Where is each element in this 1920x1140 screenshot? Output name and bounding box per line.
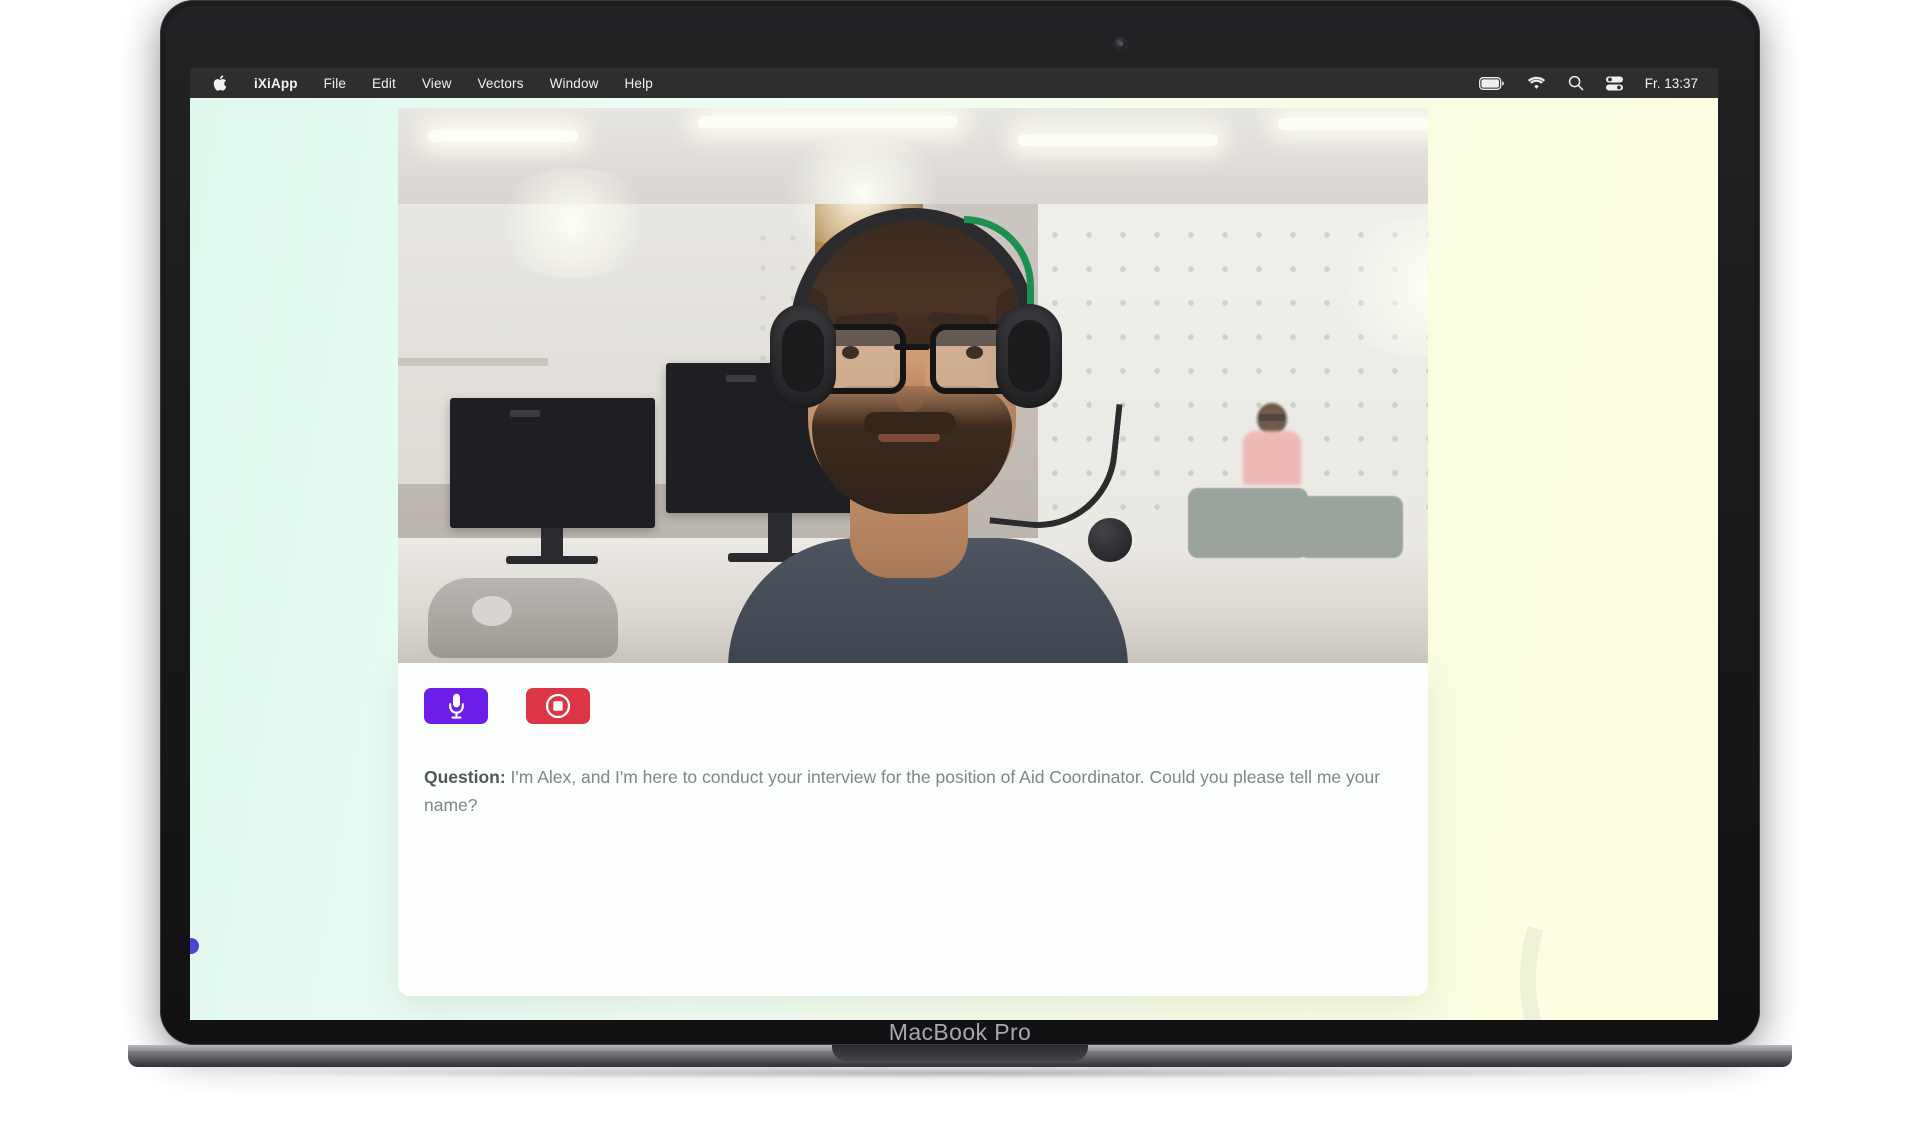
- menu-bar-clock[interactable]: Fr. 13:37: [1634, 76, 1706, 91]
- video-bg-person-body: [1243, 431, 1301, 485]
- headset-earcup-right-inner: [1008, 320, 1050, 392]
- question-text: I'm Alex, and I'm here to conduct your i…: [424, 767, 1381, 815]
- question-label: Question:: [424, 767, 506, 787]
- macbook-pro-device: iXiApp File Edit View Vectors Window Hel…: [128, 0, 1792, 1079]
- menu-bar-status-group: Fr. 13:37: [1468, 68, 1706, 98]
- video-monitor-1-logo: [510, 410, 540, 417]
- apple-logo-icon[interactable]: [202, 68, 241, 98]
- video-foreground-chair: [428, 578, 618, 658]
- video-ceiling-light-3: [1018, 134, 1218, 146]
- recording-controls: [424, 688, 590, 724]
- video-monitor-2-logo: [726, 375, 756, 382]
- webcam-lens: [1118, 41, 1123, 46]
- interview-panel: Question: I'm Alex, and I'm here to cond…: [398, 663, 1428, 996]
- arc-accent-icon: [1456, 734, 1718, 1020]
- video-monitor-2-stand: [768, 513, 792, 555]
- wifi-icon[interactable]: [1516, 68, 1557, 98]
- video-monitor-1-base: [506, 556, 598, 564]
- app-desktop-background: Question: I'm Alex, and I'm here to cond…: [190, 98, 1718, 1020]
- menu-item-window[interactable]: Window: [537, 68, 612, 98]
- device-model-label: MacBook Pro: [888, 1019, 1032, 1045]
- menu-item-edit[interactable]: Edit: [359, 68, 409, 98]
- video-frame: [398, 108, 1428, 663]
- microphone-icon: [448, 693, 464, 719]
- stop-recording-button[interactable]: [526, 688, 590, 724]
- laptop-open-notch: [832, 1045, 1088, 1061]
- laptop-screen: iXiApp File Edit View Vectors Window Hel…: [190, 68, 1718, 1020]
- video-background-chair-2: [1188, 488, 1308, 558]
- video-monitor-1-stand: [541, 528, 563, 558]
- laptop-base-shadow: [220, 1067, 1700, 1079]
- video-shelf: [398, 358, 548, 366]
- interviewee-eye-right: [966, 346, 983, 359]
- microphone-button[interactable]: [424, 688, 488, 724]
- headset-earcup-left: [770, 304, 836, 408]
- laptop-lid: iXiApp File Edit View Vectors Window Hel…: [160, 0, 1760, 1045]
- screenshot-stage: iXiApp File Edit View Vectors Window Hel…: [0, 0, 1920, 1140]
- menu-item-file[interactable]: File: [311, 68, 359, 98]
- interviewee-mustache: [864, 412, 956, 434]
- macos-menu-bar: iXiApp File Edit View Vectors Window Hel…: [190, 68, 1718, 98]
- headset-microphone-icon: [1088, 518, 1132, 562]
- battery-icon[interactable]: [1468, 68, 1516, 98]
- control-center-icon[interactable]: [1595, 68, 1634, 98]
- video-light-glow-3: [488, 168, 658, 278]
- video-monitor-1: [450, 398, 655, 528]
- menu-item-vectors[interactable]: Vectors: [465, 68, 537, 98]
- video-bg-person-glasses: [1259, 414, 1285, 421]
- video-chair-cutout: [472, 596, 512, 626]
- interviewee-eye-left: [842, 346, 859, 359]
- video-ceiling-light-1: [428, 130, 578, 142]
- video-background-person: [1243, 403, 1301, 485]
- dot-accent-icon: [190, 938, 199, 954]
- webcam-icon: [1115, 38, 1126, 49]
- laptop-bottom-bezel: MacBook Pro: [160, 1019, 1760, 1045]
- search-icon[interactable]: [1557, 68, 1595, 98]
- glasses-bridge: [894, 344, 930, 350]
- menu-bar-left-group: iXiApp File Edit View Vectors Window Hel…: [202, 68, 666, 98]
- video-ceiling-light-2: [696, 116, 960, 128]
- menu-item-ixiapp[interactable]: iXiApp: [241, 68, 311, 98]
- interview-video-feed: [398, 108, 1428, 663]
- video-ceiling-light-4: [1277, 118, 1428, 130]
- video-background-chair-3: [1298, 496, 1403, 558]
- headset-earcup-left-inner: [782, 320, 824, 392]
- menu-item-help[interactable]: Help: [612, 68, 666, 98]
- transcript-question: Question: I'm Alex, and I'm here to cond…: [424, 763, 1384, 819]
- stop-record-icon: [545, 693, 571, 719]
- menu-item-view[interactable]: View: [409, 68, 465, 98]
